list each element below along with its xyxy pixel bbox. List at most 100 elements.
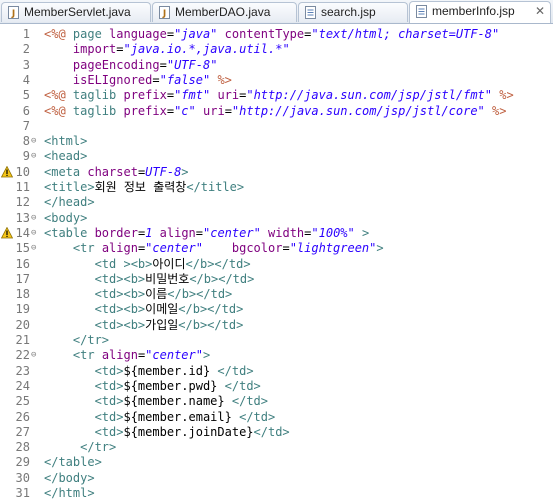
code-token: width bbox=[268, 225, 305, 240]
code-line[interactable]: 27 <td>${member.joinDate}</td> bbox=[0, 425, 553, 440]
code-token: <%@ bbox=[44, 27, 73, 41]
code-line[interactable]: 29 </table> bbox=[0, 455, 553, 470]
code-line[interactable]: 6 <%@ taglib prefix="c" uri="http://java.… bbox=[0, 104, 553, 119]
code-token: <td><b> bbox=[94, 271, 146, 286]
code-line[interactable]: 17 <td><b>비밀번호</b></td> bbox=[0, 272, 553, 287]
code-token: = bbox=[159, 57, 167, 72]
code-token: </td> bbox=[224, 378, 261, 393]
code-line[interactable]: 15 ⊖ <tr align="center" bgcolor="lightgre… bbox=[0, 241, 553, 256]
editor-tab-bar: J MemberServlet.java J MemberDAO.java se… bbox=[0, 0, 553, 24]
code-line[interactable]: 28 </tr> bbox=[0, 440, 553, 455]
code-editor[interactable]: 1 <%@ page language="java" contentType="t… bbox=[0, 24, 553, 500]
line-number: 31 bbox=[15, 486, 30, 500]
code-line[interactable]: 3 pageEncoding="UTF-8" bbox=[0, 58, 553, 73]
code-line[interactable]: 12 </head> bbox=[0, 195, 553, 210]
code-text: import="java.io.*,java.util.*" bbox=[44, 42, 290, 57]
code-line[interactable]: 30 </body> bbox=[0, 471, 553, 486]
tab-label: memberInfo.jsp bbox=[432, 4, 515, 18]
code-token: </head> bbox=[44, 195, 95, 210]
close-tab-icon[interactable]: ✕ bbox=[535, 2, 545, 21]
code-token: contentType bbox=[224, 27, 305, 41]
code-line[interactable]: 18 <td><b>이름</b></td> bbox=[0, 287, 553, 302]
code-token: </table> bbox=[44, 455, 102, 470]
fold-toggle-icon[interactable]: ⊖ bbox=[31, 244, 40, 253]
code-token: </body> bbox=[44, 470, 95, 485]
code-line[interactable]: 22 ⊖ <tr align="center"> bbox=[0, 348, 553, 363]
code-token: </tr> bbox=[80, 440, 117, 455]
code-line[interactable]: 23 <td>${member.id} </td> bbox=[0, 364, 553, 379]
line-number: 7 bbox=[22, 118, 30, 133]
code-line[interactable]: 5 <%@ taglib prefix="fmt" uri="http://jav… bbox=[0, 88, 553, 103]
code-token: isELIgnored bbox=[72, 72, 153, 87]
tab-search-jsp[interactable]: search.jsp bbox=[298, 2, 408, 22]
fold-toggle-icon[interactable]: ⊖ bbox=[31, 351, 40, 360]
code-token: </td> bbox=[217, 363, 254, 378]
code-token: ${member.email} bbox=[123, 409, 232, 424]
java-file-icon: J bbox=[159, 6, 170, 19]
code-line[interactable]: 11 <title>회원 정보 출력창</title> bbox=[0, 180, 553, 195]
code-token: "text/html; charset=UTF-8" bbox=[311, 27, 500, 41]
code-text: <td>${member.name} </td> bbox=[44, 394, 268, 409]
code-token: taglib bbox=[72, 103, 124, 118]
jsp-file-icon bbox=[416, 5, 427, 18]
code-line[interactable]: 24 <td>${member.pwd} </td> bbox=[0, 379, 553, 394]
code-line[interactable]: 7 bbox=[0, 119, 553, 134]
code-token: 이름 bbox=[145, 287, 168, 302]
fold-toggle-icon[interactable]: ⊖ bbox=[31, 213, 40, 223]
tab-memberdao-java[interactable]: J MemberDAO.java bbox=[152, 2, 297, 22]
code-line[interactable]: 14 ⊖ <table border=1 align="center" width=… bbox=[0, 226, 553, 241]
tab-label: MemberDAO.java bbox=[175, 5, 271, 19]
code-token: </b></td> bbox=[178, 302, 244, 317]
code-token: </tr> bbox=[72, 333, 110, 347]
code-token: uri bbox=[217, 88, 240, 103]
code-token: "UTF-8" bbox=[166, 57, 218, 72]
code-line[interactable]: 2 import="java.io.*,java.util.*" bbox=[0, 42, 553, 57]
code-line[interactable]: 25 <td>${member.name} </td> bbox=[0, 394, 553, 409]
code-line[interactable]: 16 <td ><b>아이디</b></td> bbox=[0, 257, 553, 272]
code-line[interactable]: 20 <td><b>가입일</b></td> bbox=[0, 318, 553, 333]
svg-text:J: J bbox=[162, 9, 166, 19]
line-number: 28 bbox=[15, 440, 30, 455]
fold-toggle-icon[interactable]: ⊖ bbox=[31, 228, 40, 238]
code-text: </body> bbox=[44, 471, 95, 486]
code-line[interactable]: 31 </html> bbox=[0, 486, 553, 501]
code-line[interactable]: 9 ⊖ <head> bbox=[0, 149, 553, 164]
fold-toggle-icon[interactable]: ⊖ bbox=[31, 152, 40, 161]
code-line[interactable]: 26 <td>${member.email} </td> bbox=[0, 410, 553, 425]
code-token: <title> bbox=[44, 180, 95, 194]
code-line[interactable]: 4 isELIgnored="false" %> bbox=[0, 73, 553, 88]
code-token: "false" bbox=[159, 72, 211, 87]
code-line[interactable]: 13 ⊖ <body> bbox=[0, 211, 553, 226]
code-line[interactable]: 1 <%@ page language="java" contentType="t… bbox=[0, 27, 553, 42]
code-token: "c" bbox=[174, 103, 196, 118]
code-token: 이메일 bbox=[145, 302, 179, 317]
code-token: = bbox=[152, 72, 160, 87]
code-token: <td> bbox=[94, 424, 124, 439]
code-token: <tr bbox=[72, 348, 102, 363]
fold-toggle-icon[interactable]: ⊖ bbox=[31, 137, 40, 146]
tab-memberservlet-java[interactable]: J MemberServlet.java bbox=[1, 2, 151, 22]
code-text: </tr> bbox=[44, 333, 109, 348]
code-line[interactable]: 10 <meta charset=UTF-8> bbox=[0, 165, 553, 180]
code-text: <%@ taglib prefix="fmt" uri="http://java… bbox=[44, 88, 514, 103]
code-token: language bbox=[109, 27, 167, 41]
code-line[interactable]: 8 ⊖ <html> bbox=[0, 134, 553, 149]
tab-memberinfo-jsp[interactable]: memberInfo.jsp ✕ bbox=[409, 1, 551, 23]
code-token: import bbox=[72, 42, 117, 57]
code-line[interactable]: 19 <td><b>이메일</b></td> bbox=[0, 302, 553, 317]
code-line[interactable]: 21 </tr> bbox=[0, 333, 553, 348]
tab-label: search.jsp bbox=[321, 5, 376, 19]
line-number: 9 bbox=[22, 149, 30, 164]
